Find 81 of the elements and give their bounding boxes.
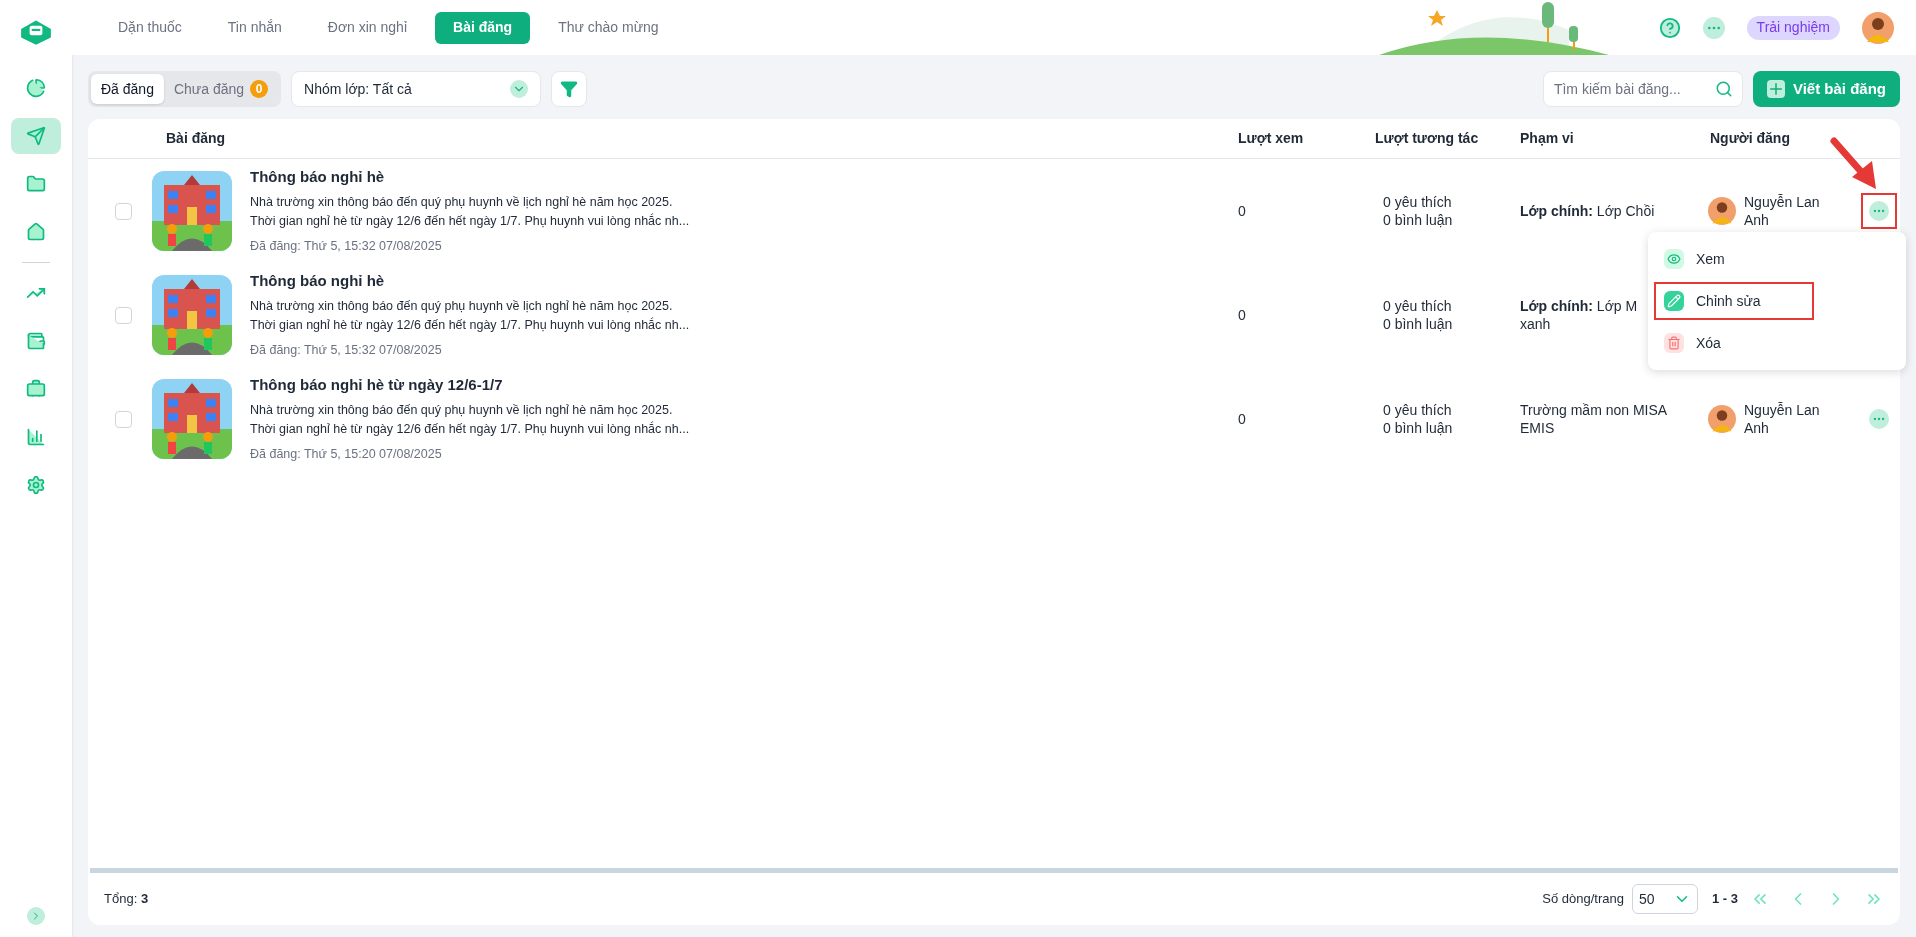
nav-tab[interactable]: Tin nhắn [209, 11, 300, 44]
more-icon[interactable] [1702, 16, 1725, 39]
likes-count: 0 yêu thích [1383, 401, 1453, 419]
row-checkbox[interactable] [115, 306, 132, 324]
trash-icon [1664, 333, 1684, 353]
plus-icon [1766, 80, 1785, 98]
likes-count: 0 yêu thích [1383, 297, 1453, 315]
settings-icon [26, 475, 46, 495]
more-button[interactable] [1861, 193, 1897, 229]
scope-text: Trường mầm non MISA [1520, 401, 1668, 419]
views-count: 0 [1237, 305, 1247, 325]
comments-count: 0 bình luận [1383, 419, 1454, 437]
menu-item[interactable]: Chỉnh sửa [1654, 282, 1814, 320]
post-title[interactable]: Thông báo nghỉ hè [250, 166, 690, 189]
views-count: 0 [1237, 201, 1247, 221]
posted-time: Đã đăng: Thứ 5, 15:32 07/08/2025 [250, 341, 443, 359]
menu-item[interactable]: Xem [1654, 240, 1814, 278]
post-excerpt: Thời gian nghỉ hè từ ngày 12/6 đến hết ngày 1/7. Phụ huynh vui lòng nhắc nh... [250, 316, 690, 334]
row-checkbox[interactable] [115, 410, 132, 428]
author-name: Anh [1744, 211, 1770, 229]
briefcase-icon [26, 379, 46, 399]
column-header: Phạm vi [1519, 129, 1574, 148]
avatar-icon [1862, 11, 1894, 44]
total-label: Tổng: 3 [104, 890, 149, 909]
filter-icon [560, 80, 579, 98]
more-icon [1869, 201, 1889, 221]
post-excerpt: Nhà trường xin thông báo đến quý phụ huynh về lịch nghỉ hè năm học 2025. [250, 193, 674, 211]
column-header: Lượt tương tác [1374, 129, 1479, 148]
column-header: Bài đăng [165, 129, 226, 148]
chevron-down-icon [510, 80, 529, 98]
likes-count: 0 yêu thích [1383, 193, 1453, 211]
status-tab[interactable]: Chưa đăng 0 [163, 74, 279, 104]
comments-count: 0 bình luận [1383, 315, 1454, 333]
page-size-label: Số dòng/trang [1542, 890, 1624, 909]
comments-count: 0 bình luận [1383, 211, 1454, 229]
bar-chart-icon [26, 427, 46, 447]
menu-item[interactable]: Xóa [1654, 324, 1814, 362]
trial-badge[interactable]: Trải nghiệm [1746, 15, 1840, 40]
pencil-icon [1664, 291, 1684, 311]
row-checkbox[interactable] [115, 202, 132, 220]
page-range: 1 - 3 [1712, 890, 1738, 909]
filter-button[interactable] [551, 71, 588, 107]
post-excerpt: Nhà trường xin thông báo đến quý phụ huynh về lịch nghỉ hè năm học 2025. [250, 401, 674, 419]
views-count: 0 [1237, 409, 1247, 429]
author-name: Anh [1744, 419, 1770, 437]
pie-chart-icon [26, 78, 46, 98]
more-icon [1869, 409, 1889, 429]
nav-tab[interactable]: Đơn xin nghỉ [309, 11, 426, 44]
post-title[interactable]: Thông báo nghỉ hè [250, 270, 690, 293]
help-icon[interactable] [1658, 16, 1681, 39]
post-excerpt: Nhà trường xin thông báo đến quý phụ huynh về lịch nghỉ hè năm học 2025. [250, 297, 674, 315]
nav-tab[interactable]: Dặn thuốc [100, 11, 200, 44]
posted-time: Đã đăng: Thứ 5, 15:32 07/08/2025 [250, 237, 443, 255]
sidebar-item[interactable] [11, 118, 61, 154]
page-size-dropdown[interactable]: 50 [1632, 884, 1698, 914]
count-badge: 0 [250, 80, 269, 98]
status-tab[interactable]: Đã đăng [91, 74, 164, 104]
avatar-icon [1708, 405, 1736, 433]
avatar-icon [1708, 197, 1736, 225]
expand-button[interactable] [27, 907, 45, 925]
post-excerpt: Thời gian nghỉ hè từ ngày 12/6 đến hết ngày 1/7. Phụ huynh vui lòng nhắc nh... [250, 212, 690, 230]
column-header: Lượt xem [1237, 129, 1304, 148]
home-icon [26, 222, 46, 242]
wallet-icon [26, 331, 46, 351]
scope-text: Lớp chính: Lớp Chồi [1520, 202, 1655, 220]
search-field[interactable]: Tìm kiếm bài đăng... [1542, 71, 1743, 107]
folder-icon [26, 174, 46, 194]
posted-time: Đã đăng: Thứ 5, 15:20 07/08/2025 [250, 445, 443, 463]
class-filter-dropdown[interactable]: Nhóm lớp: Tất cả [291, 71, 542, 107]
nav-tab[interactable]: Thư chào mừng [540, 11, 677, 44]
author-name: Nguyễn Lan [1744, 193, 1820, 211]
scope-text: xanh [1520, 315, 1551, 333]
search-icon [1714, 80, 1733, 98]
scope-text: Lớp chính: Lớp M [1520, 297, 1638, 315]
post-title[interactable]: Thông báo nghỉ hè từ ngày 12/6-1/7 [250, 374, 690, 397]
author-name: Nguyễn Lan [1744, 401, 1820, 419]
eye-icon [1664, 249, 1684, 269]
paper-plane-icon [26, 126, 46, 146]
column-header: Người đăng [1709, 129, 1790, 148]
scope-text: EMIS [1520, 419, 1555, 437]
post-excerpt: Thời gian nghỉ hè từ ngày 12/6 đến hết ngày 1/7. Phụ huynh vui lòng nhắc nh... [250, 420, 690, 438]
